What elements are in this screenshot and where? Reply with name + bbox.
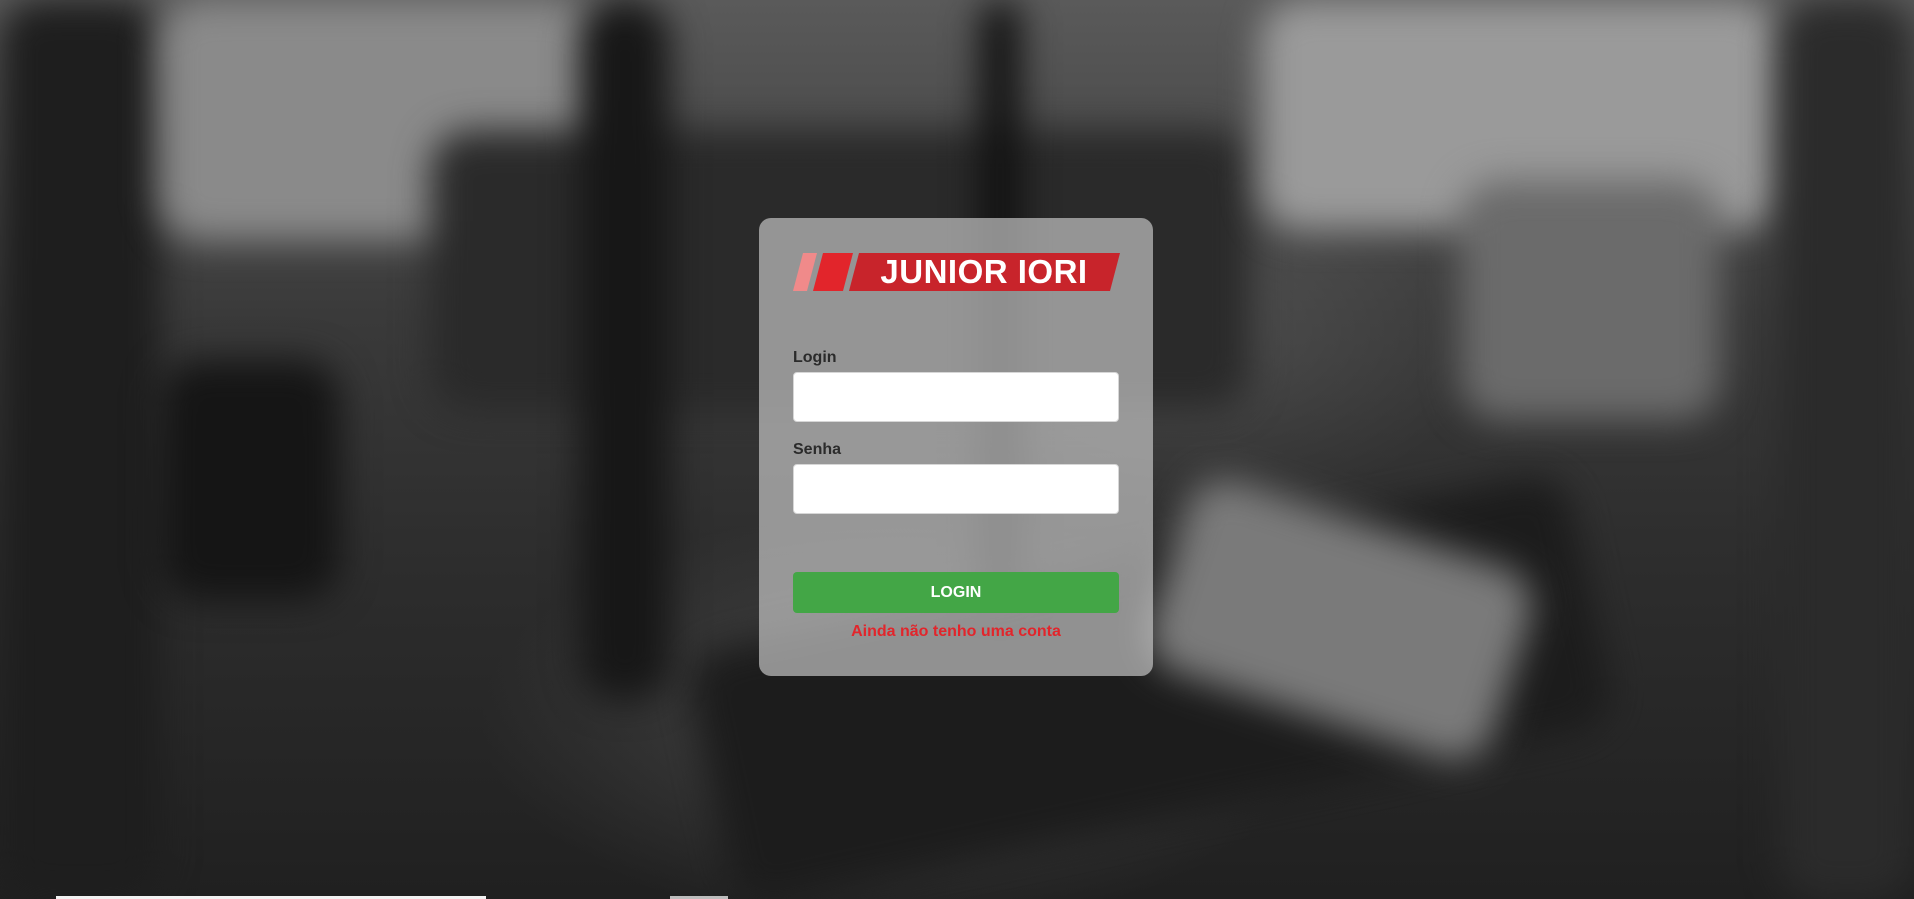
login-button[interactable]: LOGIN (793, 572, 1119, 613)
senha-label: Senha (793, 441, 842, 458)
senha-input[interactable] (793, 464, 1119, 514)
brand-logo: JUNIOR IORI (793, 253, 1120, 291)
logo-stripe-mid (813, 253, 853, 291)
login-card: JUNIOR IORI Login Senha LOGIN Ainda não … (759, 218, 1153, 676)
logo-stripe-light (793, 253, 817, 291)
logo-text: JUNIOR IORI (880, 253, 1087, 290)
login-input[interactable] (793, 372, 1119, 422)
login-label: Login (793, 349, 837, 366)
signup-link[interactable]: Ainda não tenho uma conta (793, 623, 1119, 641)
